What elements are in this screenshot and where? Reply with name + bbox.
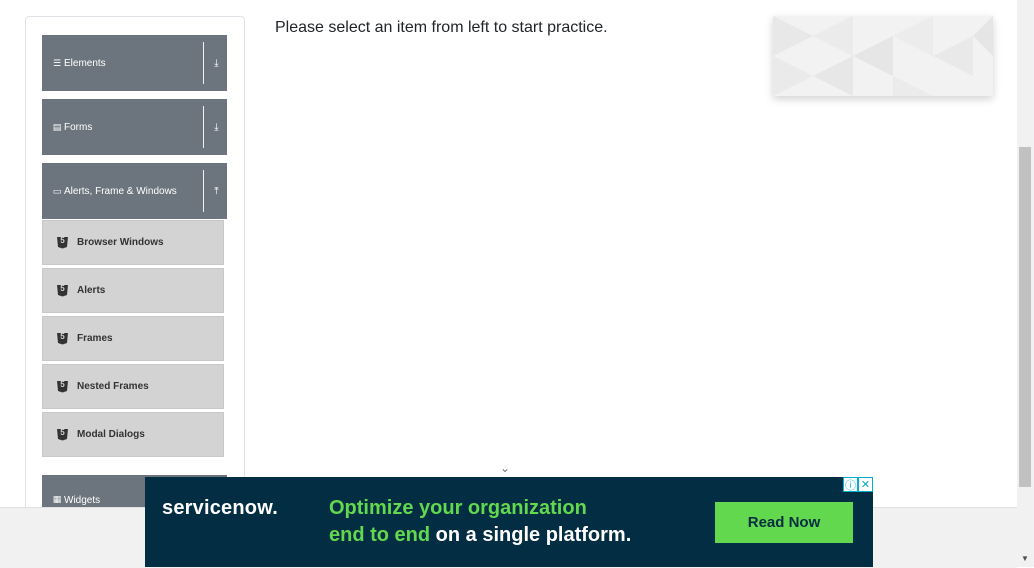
close-icon[interactable]: ✕ xyxy=(858,477,873,492)
html5-icon xyxy=(57,236,68,249)
html5-icon xyxy=(57,332,68,345)
menu-item-label: Modal Dialogs xyxy=(77,429,145,440)
html5-icon xyxy=(57,428,68,441)
group-label: Widgets xyxy=(64,495,101,506)
divider xyxy=(203,106,204,148)
expand-arrow-icon[interactable]: ⤓ xyxy=(206,99,227,155)
group-forms[interactable]: ▤ Forms ⤓ xyxy=(42,99,227,155)
instruction-text: Please select an item from left to start… xyxy=(275,19,608,36)
menu-item-label: Frames xyxy=(77,333,113,344)
menu-item-browser-windows[interactable]: Browser Windows xyxy=(42,220,224,265)
hamburger-icon: ☰ xyxy=(52,57,62,68)
expand-arrow-icon[interactable]: ⤓ xyxy=(206,35,227,91)
scrollbar[interactable]: ▼ xyxy=(1017,0,1034,567)
headline-highlight: end to end xyxy=(329,524,431,546)
scroll-down-icon[interactable]: ▼ xyxy=(1021,554,1029,563)
banner-ad[interactable] xyxy=(773,16,993,96)
info-icon[interactable]: ⓘ xyxy=(843,477,858,492)
banner-pattern xyxy=(773,16,993,96)
servicenow-ad[interactable]: servicenow. Optimize your organization e… xyxy=(145,477,873,567)
group-label: Elements xyxy=(64,57,106,69)
divider xyxy=(203,42,204,84)
group-elements[interactable]: ☰ Elements ⤓ xyxy=(42,35,227,91)
headline-text: on a single platform. xyxy=(435,524,632,546)
menu-item-label: Alerts xyxy=(77,285,106,296)
menu-item-label: Nested Frames xyxy=(77,381,149,392)
read-now-button[interactable]: Read Now xyxy=(715,502,853,543)
group-alerts-frame-windows[interactable]: ▭ Alerts, Frame & Windows ⤒ xyxy=(42,163,227,219)
html5-icon xyxy=(57,380,68,393)
menu-item-frames[interactable]: Frames xyxy=(42,316,224,361)
grid-icon: ▦ xyxy=(52,494,62,504)
headline-highlight: Optimize your organization xyxy=(329,497,587,519)
group-label: Alerts, Frame & Windows xyxy=(64,185,177,197)
scrollbar-thumb[interactable] xyxy=(1019,147,1031,487)
menu-item-nested-frames[interactable]: Nested Frames xyxy=(42,364,224,409)
group-label: Forms xyxy=(64,121,93,133)
html5-icon xyxy=(57,284,68,297)
collapse-arrow-icon[interactable]: ⤒ xyxy=(206,163,227,219)
chevron-down-icon: ⌄ xyxy=(500,461,511,475)
divider xyxy=(203,170,204,212)
form-icon: ▤ xyxy=(52,121,62,132)
menu-item-modal-dialogs[interactable]: Modal Dialogs xyxy=(42,412,224,457)
menu-item-alerts[interactable]: Alerts xyxy=(42,268,224,313)
ad-headline: Optimize your organization end to end on… xyxy=(329,495,631,549)
window-icon: ▭ xyxy=(52,185,62,196)
menu-item-label: Browser Windows xyxy=(77,237,164,248)
ad-logo: servicenow. xyxy=(162,497,278,519)
ad-choices[interactable]: ⓘ ✕ xyxy=(843,477,873,492)
